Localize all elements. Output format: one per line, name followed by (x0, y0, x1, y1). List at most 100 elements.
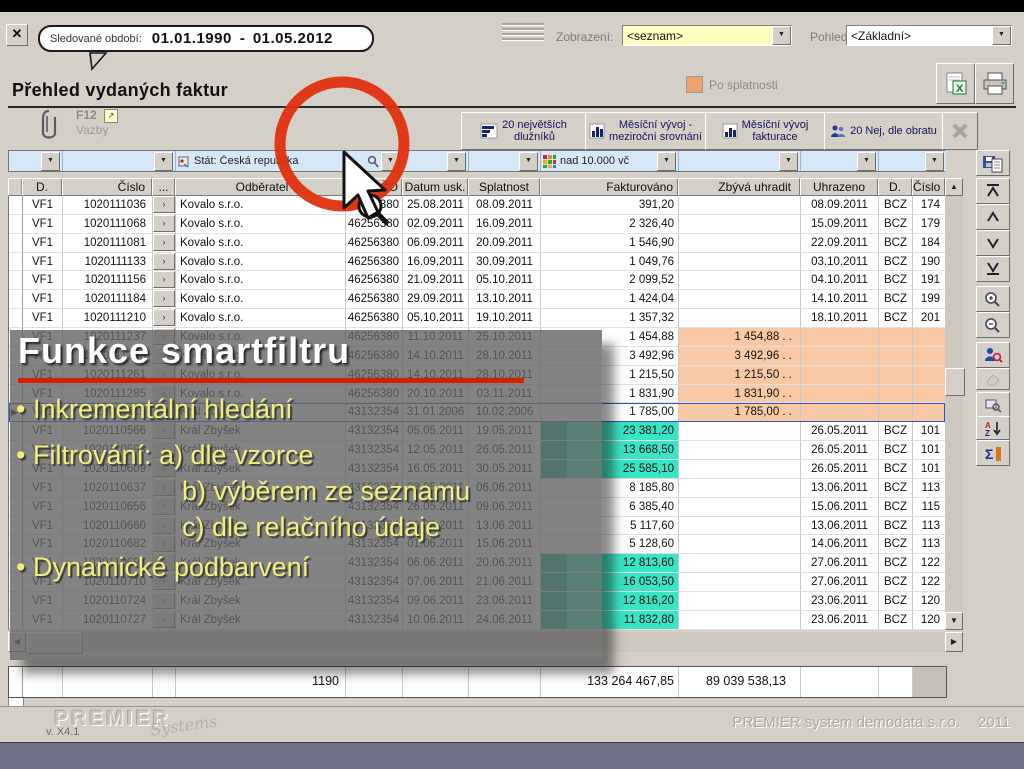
chevron-down-icon[interactable]: ▼ (772, 26, 791, 45)
column-header[interactable]: D. (22, 178, 62, 196)
go-prev-button[interactable] (976, 204, 1010, 230)
filter-cell-zbyva[interactable]: ▼ (679, 151, 801, 171)
chevron-down-icon[interactable]: ▼ (41, 152, 60, 171)
chevron-down-icon[interactable]: ▼ (381, 152, 400, 171)
button-label: Měsíční vývoj - (619, 119, 692, 131)
scroll-up-icon[interactable]: ▲ (945, 178, 963, 196)
column-header[interactable]: Uhrazeno (800, 178, 878, 196)
cell-zbyva (679, 422, 801, 441)
chevron-down-icon[interactable]: ▼ (447, 152, 466, 171)
row-detail-button[interactable]: › (153, 234, 175, 251)
table-row[interactable]: VF11020111036›Kovalo s.r.o.4625638025.08… (9, 196, 945, 215)
row-detail-button[interactable]: › (153, 253, 175, 270)
column-header[interactable]: D. (878, 178, 912, 196)
row-detail-cell: › (153, 215, 176, 234)
zoom-out-button[interactable] (976, 312, 1010, 338)
cell-odberatel: Kovalo s.r.o. (176, 253, 346, 272)
eraser-button[interactable] (976, 368, 1010, 390)
cell-uhrazeno: 14.06.2011 (801, 535, 879, 554)
zoom-out-icon (984, 317, 1002, 334)
chevron-down-icon[interactable]: ▼ (657, 152, 676, 171)
cell-cislo: 1020111081 (63, 234, 153, 253)
column-header[interactable] (8, 178, 22, 196)
chevron-down-icon[interactable]: ▼ (925, 152, 944, 171)
table-row[interactable]: VF11020111210›Kovalo s.r.o.4625638005.10… (9, 309, 945, 328)
filter-cell-datum[interactable]: ▼ (403, 151, 469, 171)
filter-cell-doklad2[interactable]: ▼ (879, 151, 946, 171)
chevron-down-icon[interactable]: ▼ (519, 152, 538, 171)
scroll-down-icon[interactable]: ▼ (945, 612, 963, 630)
zoom-in-button[interactable] (976, 286, 1010, 312)
vertical-scroll-thumb[interactable] (945, 368, 965, 396)
row-detail-button[interactable]: › (153, 309, 175, 326)
row-detail-button[interactable]: › (153, 290, 175, 307)
table-row[interactable]: VF11020111081›Kovalo s.r.o.4625638006.09… (9, 234, 945, 253)
chevron-down-icon[interactable]: ▼ (992, 26, 1011, 45)
monthly-invoicing-button[interactable]: Měsíční vývojfakturace (705, 112, 825, 150)
column-header[interactable]: ... (152, 178, 175, 196)
row-detail-cell: › (153, 196, 176, 215)
row-detail-cell: › (153, 271, 176, 290)
cell-fakturovano: 1 546,90 (541, 234, 679, 253)
column-header[interactable]: Splatnost (468, 178, 540, 196)
table-row[interactable]: VF11020111156›Kovalo s.r.o.4625638021.09… (9, 271, 945, 290)
cell-cislo: 1020111036 (63, 196, 153, 215)
filter-cell-doklad[interactable]: ▼ (9, 151, 63, 171)
pohled-select[interactable]: <Základní> ▼ (846, 25, 1012, 46)
cell-d2: BCZ (879, 253, 913, 272)
splitter-grip[interactable] (502, 23, 544, 43)
filter-cell-odberatel[interactable]: Stát: Česká republika ▼ (176, 151, 403, 171)
cell-cislo2 (913, 328, 946, 347)
filter-tools-button[interactable] (976, 392, 1010, 418)
filter-cell-cislo[interactable]: ▼ (63, 151, 176, 171)
filter-cell-fakturovano[interactable]: nad 10.000 vč ▼ (541, 151, 679, 171)
export-save-button[interactable] (976, 150, 1010, 176)
chevron-down-icon[interactable]: ▼ (857, 152, 876, 171)
go-next-button[interactable] (976, 230, 1010, 256)
cell-d: VF1 (23, 309, 63, 328)
button-label: dlužníků (514, 131, 555, 143)
table-row[interactable]: VF11020111133›Kovalo s.r.o.4625638016.09… (9, 253, 945, 272)
column-header[interactable]: Datum usk. (402, 178, 468, 196)
filter-cell-splatnost[interactable]: ▼ (469, 151, 541, 171)
sort-az-button[interactable]: AZ (976, 416, 1010, 440)
zobrazeni-select[interactable]: <seznam> ▼ (622, 25, 792, 46)
chevron-down-icon[interactable]: ▼ (779, 152, 798, 171)
chevron-up-icon (984, 210, 1002, 224)
cell-d: VF1 (23, 234, 63, 253)
sum-button[interactable]: Σ (976, 440, 1010, 466)
cell-zbyva (679, 535, 801, 554)
monthly-trend-yoy-button[interactable]: Měsíční vývoj -meziroční srovnání (585, 112, 706, 150)
column-header[interactable]: Odběratel (175, 178, 345, 196)
clear-filter-button[interactable] (942, 112, 978, 150)
go-last-button[interactable] (976, 256, 1010, 282)
vertical-scrollbar[interactable] (945, 178, 963, 630)
row-detail-button[interactable]: › (153, 271, 175, 288)
top-turnover-button[interactable]: 20 Nej, dle obratu (824, 112, 943, 150)
top-debtors-button[interactable]: 20 největšíchdlužníků (461, 112, 586, 150)
cell-cislo2: 122 (913, 573, 946, 592)
column-header[interactable]: Fakturováno (540, 178, 678, 196)
column-header[interactable]: Číslo (62, 178, 152, 196)
go-first-button[interactable] (976, 178, 1010, 204)
cell-zbyva: 1 831,90 . . (679, 385, 801, 404)
close-button[interactable]: ✕ (6, 24, 28, 46)
print-button[interactable] (975, 63, 1014, 104)
column-header[interactable]: Číslo (912, 178, 945, 196)
row-detail-button[interactable]: › (153, 215, 175, 232)
link-icon[interactable]: ↗ (104, 109, 118, 123)
excel-export-button[interactable]: X (936, 63, 975, 104)
find-partner-button[interactable] (976, 342, 1010, 368)
chevron-down-icon[interactable]: ▼ (154, 152, 173, 171)
table-row[interactable]: VF11020111184›Kovalo s.r.o.4625638029.09… (9, 290, 945, 309)
overlay-bullet: b) výběrem ze seznamu (182, 476, 470, 507)
column-header[interactable]: Zbývá uhradit (678, 178, 800, 196)
scroll-right-icon[interactable]: ▶ (945, 632, 963, 652)
device-search-icon (984, 397, 1002, 413)
table-row[interactable]: VF11020111068›Kovalo s.r.o.4625638002.09… (9, 215, 945, 234)
button-label: 20 Nej, dle obratu (850, 125, 937, 137)
row-detail-button[interactable]: › (153, 196, 175, 213)
column-header[interactable]: IČO (345, 178, 402, 196)
cell-cislo2: 120 (913, 592, 946, 611)
filter-cell-uhrazeno[interactable]: ▼ (801, 151, 879, 171)
